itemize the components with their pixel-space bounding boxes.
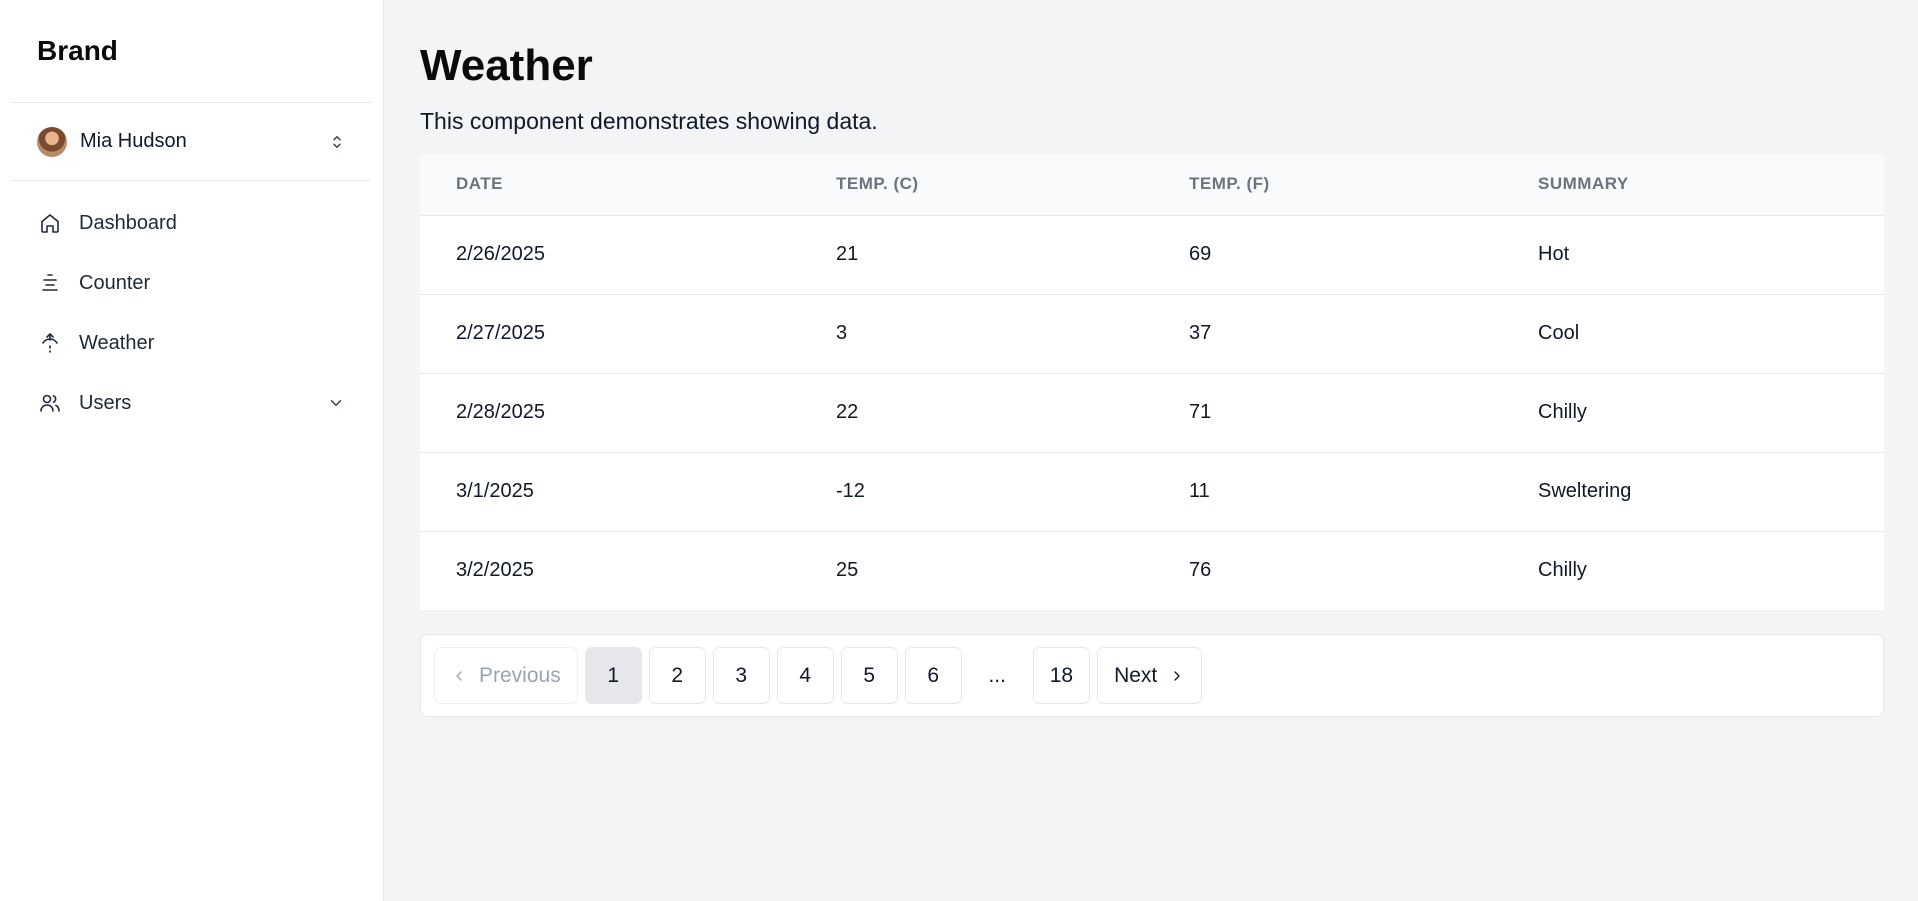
page-button-4[interactable]: 4 <box>776 647 834 704</box>
cell-temp-f: 11 <box>1189 480 1210 502</box>
column-header-date: DATE <box>456 174 504 194</box>
sidebar-item-label: Users <box>79 391 132 414</box>
cell-temp-f: 69 <box>1189 243 1212 265</box>
brand-logo[interactable]: Brand <box>12 0 371 103</box>
avatar <box>37 126 67 157</box>
page-button-2[interactable]: 2 <box>648 647 706 704</box>
column-header-temp-f: TEMP. (F) <box>1189 174 1270 194</box>
cell-summary: Chilly <box>1538 401 1587 423</box>
sidebar-item-label: Counter <box>79 271 151 294</box>
cell-temp-f: 71 <box>1189 401 1212 423</box>
previous-label: Previous <box>479 663 561 687</box>
sidebar-item-label: Dashboard <box>79 211 177 234</box>
table-row: 2/28/2025 22 71 Chilly <box>420 373 1884 452</box>
page-button-5[interactable]: 5 <box>840 647 898 704</box>
pagination-ellipsis: ... <box>988 663 1006 687</box>
next-label: Next <box>1114 663 1158 687</box>
weather-table: DATE TEMP. (C) TEMP. (F) SUMMARY 2/26/20… <box>420 154 1884 610</box>
sidebar-item-dashboard[interactable]: Dashboard <box>12 193 371 253</box>
cell-temp-c: 21 <box>836 243 859 265</box>
sidebar-nav: Dashboard Counter Weather Users <box>12 181 371 433</box>
table-row: 3/1/2025 -12 11 Sweltering <box>420 452 1884 531</box>
cell-temp-c: 3 <box>836 322 848 344</box>
table-row: 2/27/2025 3 37 Cool <box>420 294 1884 373</box>
cell-temp-f: 76 <box>1189 559 1212 582</box>
sidebar-item-users[interactable]: Users <box>12 373 371 433</box>
table-row: 2/26/2025 21 69 Hot <box>420 215 1884 294</box>
cell-date: 3/1/2025 <box>456 480 534 502</box>
cell-temp-c: -12 <box>836 480 865 502</box>
cell-summary: Hot <box>1538 243 1570 265</box>
page-title: Weather <box>420 41 593 90</box>
cell-summary: Sweltering <box>1538 480 1632 502</box>
sidebar: Brand Mia Hudson Dashboard Counter Weath… <box>0 0 384 901</box>
cell-date: 2/27/2025 <box>456 322 545 344</box>
column-header-temp-c: TEMP. (C) <box>836 174 919 194</box>
chevron-up-down-icon <box>333 135 341 148</box>
chevron-down-icon <box>330 400 342 406</box>
next-page-button[interactable]: Next <box>1097 647 1203 704</box>
cell-date: 3/2/2025 <box>456 559 534 582</box>
cell-summary: Chilly <box>1538 559 1587 582</box>
cell-temp-f: 37 <box>1189 322 1212 344</box>
cell-date: 2/26/2025 <box>456 243 545 265</box>
main-content: Weather This component demonstrates show… <box>384 0 1918 901</box>
cell-temp-c: 22 <box>836 401 859 423</box>
cell-date: 2/28/2025 <box>456 401 545 423</box>
page-description: This component demonstrates showing data… <box>420 108 878 134</box>
cell-summary: Cool <box>1538 322 1580 344</box>
user-name: Mia Hudson <box>80 130 187 152</box>
users-icon <box>40 394 60 412</box>
table-row: 3/2/2025 25 76 Chilly <box>420 531 1884 610</box>
chevron-right-icon <box>1174 670 1180 681</box>
chevron-left-icon <box>456 670 462 681</box>
cell-temp-c: 25 <box>836 559 859 582</box>
home-icon <box>41 214 59 233</box>
pagination: Previous 1 2 3 4 5 6 ... 18 Next <box>420 634 1884 717</box>
previous-page-button[interactable]: Previous <box>434 647 578 704</box>
page-button-3[interactable]: 3 <box>712 647 770 704</box>
page-button-last[interactable]: 18 <box>1032 647 1091 704</box>
user-switcher[interactable]: Mia Hudson <box>12 103 371 181</box>
column-header-summary: SUMMARY <box>1538 174 1629 194</box>
page-button-6[interactable]: 6 <box>904 647 962 704</box>
page-button-1[interactable]: 1 <box>584 647 642 704</box>
weather-icon <box>42 333 58 353</box>
sidebar-item-label: Weather <box>79 331 155 354</box>
table-header-row: DATE TEMP. (C) TEMP. (F) SUMMARY <box>420 154 1884 215</box>
counter-icon <box>42 274 58 291</box>
sidebar-item-weather[interactable]: Weather <box>12 313 371 373</box>
sidebar-item-counter[interactable]: Counter <box>12 253 371 313</box>
